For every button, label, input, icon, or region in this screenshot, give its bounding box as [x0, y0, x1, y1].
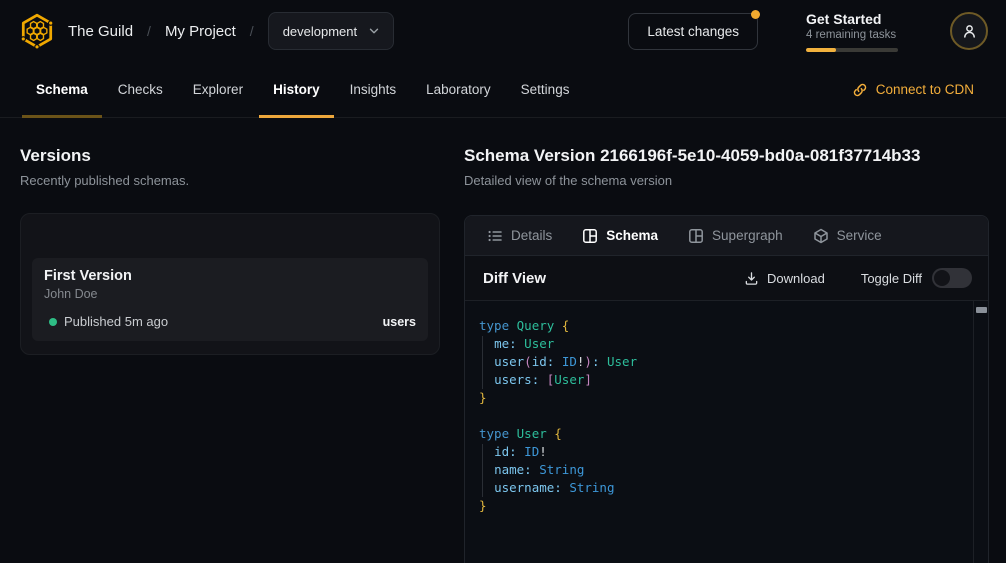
latest-changes-button[interactable]: Latest changes [628, 13, 758, 50]
main-content: Versions Recently published schemas. Fir… [0, 118, 1006, 563]
code-scrollbar[interactable] [973, 301, 988, 563]
tab-service[interactable]: Service [813, 228, 882, 244]
tab-details[interactable]: Details [487, 228, 552, 244]
get-started-progress-bar [806, 48, 898, 52]
connect-to-cdn-label: Connect to CDN [876, 82, 974, 97]
nav-tab-label: Settings [521, 82, 570, 97]
target-selector-value: development [283, 24, 357, 39]
chevron-down-icon [367, 24, 381, 38]
main-nav: Schema Checks Explorer History Insights … [0, 62, 1006, 118]
list-icon [487, 228, 503, 244]
app-header: The Guild / My Project / development Lat… [0, 0, 1006, 62]
tab-schema[interactable]: Schema [582, 228, 658, 244]
user-icon [961, 23, 978, 40]
toggle-diff-label: Toggle Diff [861, 271, 922, 286]
indent-guide [482, 444, 483, 497]
versions-title: Versions [20, 146, 440, 166]
tab-label: Service [837, 228, 882, 243]
toggle-diff-switch[interactable] [932, 268, 972, 288]
version-list-item[interactable]: First Version John Doe Published 5m ago … [32, 258, 428, 341]
nav-tab-history[interactable]: History [259, 62, 334, 117]
version-author: John Doe [44, 287, 416, 301]
version-status-text: Published 5m ago [64, 314, 168, 329]
nav-tab-label: Insights [350, 82, 397, 97]
nav-tab-schema[interactable]: Schema [22, 62, 102, 117]
get-started-progress-fill [806, 48, 836, 52]
nav-tab-checks[interactable]: Checks [104, 62, 177, 117]
version-detail-subtitle: Detailed view of the schema version [464, 173, 989, 188]
get-started-title: Get Started [806, 11, 898, 27]
download-icon [744, 271, 759, 286]
detail-tabs: Details Schema [465, 216, 988, 256]
nav-tab-settings[interactable]: Settings [507, 62, 584, 117]
get-started-subtitle: 4 remaining tasks [806, 29, 898, 41]
nav-tab-laboratory[interactable]: Laboratory [412, 62, 505, 117]
nav-tab-label: Checks [118, 82, 163, 97]
versions-card: First Version John Doe Published 5m ago … [20, 213, 440, 355]
indent-guide [482, 336, 483, 389]
latest-changes-label: Latest changes [647, 24, 739, 39]
columns-icon [688, 228, 704, 244]
code-scrollbar-thumb[interactable] [976, 307, 987, 313]
version-name: First Version [44, 268, 416, 284]
target-selector[interactable]: development [268, 12, 394, 50]
diff-header: Diff View Download Toggle Diff [465, 256, 988, 301]
get-started-widget[interactable]: Get Started 4 remaining tasks [806, 11, 898, 52]
tab-supergraph[interactable]: Supergraph [688, 228, 783, 244]
versions-subtitle: Recently published schemas. [20, 173, 440, 188]
connect-to-cdn-button[interactable]: Connect to CDN [852, 62, 974, 117]
tab-label: Details [511, 228, 552, 243]
code-content: type Query { me: User user(id: ID!): Use… [479, 317, 964, 515]
breadcrumb-project-link[interactable]: My Project [165, 23, 236, 40]
breadcrumb-separator: / [147, 23, 151, 39]
service-name-badge: users [383, 315, 416, 329]
avatar-button[interactable] [950, 12, 988, 50]
diff-view-title: Diff View [483, 270, 546, 287]
notification-dot [751, 10, 760, 19]
download-label: Download [767, 271, 825, 286]
download-button[interactable]: Download [744, 271, 825, 286]
nav-tab-label: Laboratory [426, 82, 491, 97]
hive-logo-icon[interactable] [18, 12, 56, 50]
nav-tab-label: History [273, 82, 320, 97]
link-icon [852, 82, 868, 98]
breadcrumb-separator: / [250, 23, 254, 39]
version-detail-panel: Schema Version 2166196f-5e10-4059-bd0a-0… [464, 146, 989, 563]
tab-label: Schema [606, 228, 658, 243]
breadcrumb: The Guild / My Project / development [68, 12, 394, 50]
nav-tab-label: Schema [36, 82, 88, 97]
columns-icon [582, 228, 598, 244]
nav-tabs: Schema Checks Explorer History Insights … [22, 62, 583, 117]
detail-panel: Details Schema [464, 215, 989, 563]
box-icon [813, 228, 829, 244]
nav-tab-insights[interactable]: Insights [336, 62, 411, 117]
toggle-diff-knob [934, 270, 950, 286]
diff-actions: Download Toggle Diff [744, 268, 972, 288]
versions-panel: Versions Recently published schemas. Fir… [20, 146, 440, 563]
nav-spacer [583, 62, 851, 117]
tab-label: Supergraph [712, 228, 783, 243]
published-status-dot [49, 318, 57, 326]
breadcrumb-org-link[interactable]: The Guild [68, 23, 133, 40]
code-block: type Query { me: User user(id: ID!): Use… [465, 301, 988, 563]
version-detail-title: Schema Version 2166196f-5e10-4059-bd0a-0… [464, 146, 989, 166]
nav-tab-label: Explorer [193, 82, 243, 97]
version-status-row: Published 5m ago users [44, 314, 416, 329]
nav-tab-explorer[interactable]: Explorer [179, 62, 257, 117]
